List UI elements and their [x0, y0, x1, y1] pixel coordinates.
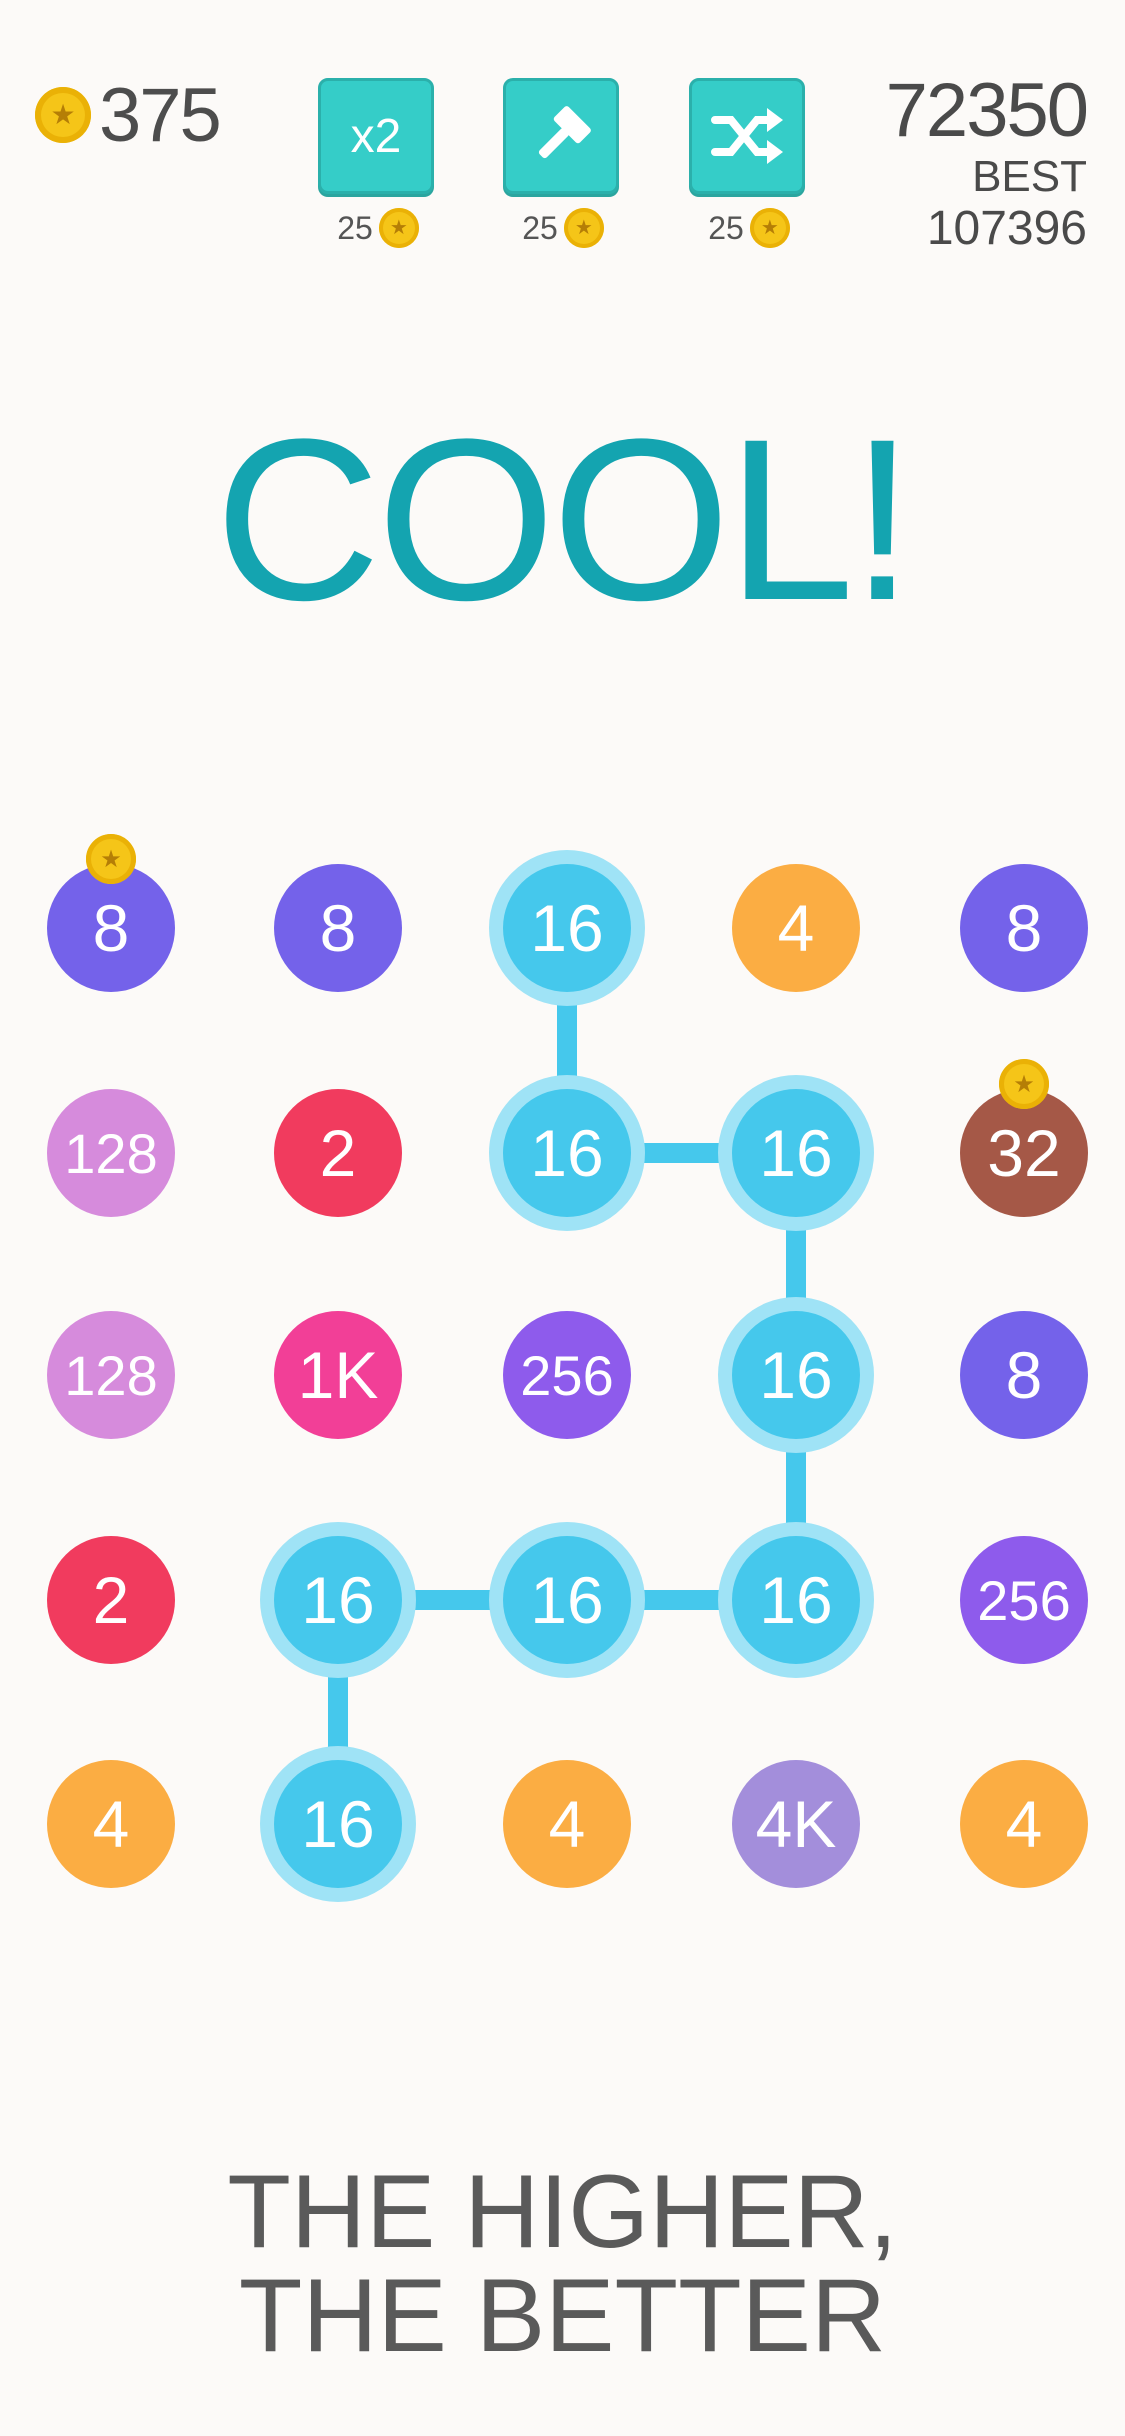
- double-cost: 25 ★: [318, 208, 438, 248]
- tile-value: 256: [520, 1343, 614, 1407]
- tile-value: 128: [64, 1343, 158, 1407]
- tile-value: 4: [1005, 1787, 1043, 1861]
- tile-value: 4: [92, 1787, 130, 1861]
- double-cost-value: 25: [337, 209, 373, 246]
- tile-r1-c1[interactable]: 2: [274, 1089, 402, 1217]
- tile-value: 8: [1005, 1338, 1043, 1412]
- tile-r3-c4[interactable]: 256: [960, 1536, 1088, 1664]
- powerup-hammer[interactable]: 25 ★: [503, 78, 623, 248]
- shuffle-icon: [711, 108, 783, 164]
- best-label: BEST: [972, 152, 1087, 201]
- double-button[interactable]: x2: [318, 78, 434, 194]
- tile-r0-c3[interactable]: 4: [732, 864, 860, 992]
- tagline: THE HIGHER, THE BETTER: [0, 2160, 1125, 2368]
- tile-r0-c1[interactable]: 8: [274, 864, 402, 992]
- tile-value: 128: [64, 1121, 158, 1185]
- tile-value: 16: [530, 891, 604, 965]
- star-coin-icon: ★: [749, 208, 790, 248]
- hammer-button[interactable]: [503, 78, 619, 194]
- tile-r4-c0[interactable]: 4: [47, 1760, 175, 1888]
- tile-r2-c1[interactable]: 1K: [274, 1311, 402, 1439]
- tile-r2-c0[interactable]: 128: [47, 1311, 175, 1439]
- tile-value: 2: [92, 1563, 130, 1637]
- score-panel: 72350 BEST 107396: [885, 68, 1089, 256]
- tile-r3-c2[interactable]: 16: [503, 1536, 631, 1664]
- tile-value: 16: [530, 1563, 604, 1637]
- tile-value: 4: [548, 1787, 586, 1861]
- tile-r3-c0[interactable]: 2: [47, 1536, 175, 1664]
- tile-value: 16: [301, 1563, 375, 1637]
- tile-r2-c2[interactable]: 256: [503, 1311, 631, 1439]
- coin-count: 375: [99, 72, 222, 158]
- tile-r0-c4[interactable]: 8: [960, 864, 1088, 992]
- tile-r1-c2[interactable]: 16: [503, 1089, 631, 1217]
- tile-r1-c0[interactable]: 128: [47, 1089, 175, 1217]
- star-coin-icon: ★: [999, 1059, 1049, 1109]
- double-label: x2: [350, 109, 402, 163]
- shuffle-cost: 25 ★: [689, 208, 809, 248]
- tile-value: 4: [777, 891, 815, 965]
- tile-value: 256: [977, 1568, 1071, 1632]
- tile-r4-c4[interactable]: 4: [960, 1760, 1088, 1888]
- shuffle-cost-value: 25: [708, 209, 744, 246]
- hammer-cost: 25 ★: [503, 208, 623, 248]
- star-coin-icon: ★: [86, 834, 136, 884]
- best-score: 107396: [926, 202, 1087, 255]
- tile-r4-c3[interactable]: 4K: [732, 1760, 860, 1888]
- tile-r4-c1[interactable]: 16: [274, 1760, 402, 1888]
- star-coin-icon: ★: [563, 208, 604, 248]
- current-score: 72350: [885, 68, 1089, 153]
- tile-value: 32: [987, 1116, 1061, 1190]
- tile-value: 2: [319, 1116, 357, 1190]
- selection-path: [328, 928, 806, 1824]
- tile-value: 16: [759, 1116, 833, 1190]
- tile-value: 8: [92, 891, 130, 965]
- tile-r4-c2[interactable]: 4: [503, 1760, 631, 1888]
- tile-r2-c3[interactable]: 16: [732, 1311, 860, 1439]
- tile-value: 16: [759, 1563, 833, 1637]
- tile-value: 16: [301, 1787, 375, 1861]
- powerup-double[interactable]: x2 25 ★: [318, 78, 438, 248]
- coin-counter: ★ 375: [35, 73, 222, 158]
- tile-value: 4K: [755, 1787, 837, 1861]
- tile-value: 8: [1005, 891, 1043, 965]
- powerup-shuffle[interactable]: 25 ★: [689, 78, 809, 248]
- tile-r2-c4[interactable]: 8: [960, 1311, 1088, 1439]
- hammer-cost-value: 25: [522, 209, 558, 246]
- tagline-line-2: THE BETTER: [238, 2258, 887, 2374]
- tile-value: 1K: [297, 1338, 379, 1412]
- tagline-line-1: THE HIGHER,: [227, 2154, 898, 2270]
- hammer-icon: [538, 106, 591, 159]
- tile-r3-c1[interactable]: 16: [274, 1536, 402, 1664]
- tile-value: 16: [530, 1116, 604, 1190]
- tile-value: 16: [759, 1338, 833, 1412]
- tile-r3-c3[interactable]: 16: [732, 1536, 860, 1664]
- game-board: 8 8 16 4 8 128 2 16 16 32 128 1K 256 16 8 2 16 16 16 256 4 16…: [0, 0, 1125, 2436]
- combo-banner: COOL!: [214, 391, 915, 648]
- shuffle-button[interactable]: [689, 78, 805, 194]
- tile-value: 8: [319, 891, 357, 965]
- tile-r1-c3[interactable]: 16: [732, 1089, 860, 1217]
- star-coin-icon: ★: [35, 87, 91, 143]
- tile-r0-c2[interactable]: 16: [503, 864, 631, 992]
- star-coin-icon: ★: [378, 208, 419, 248]
